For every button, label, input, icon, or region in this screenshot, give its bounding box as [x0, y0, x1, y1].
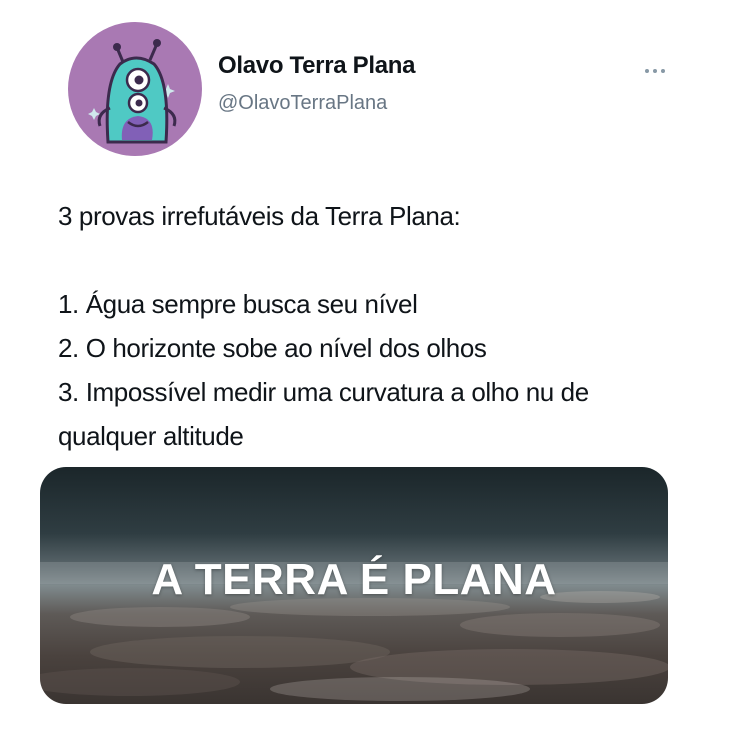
more-dots-icon: [645, 69, 649, 73]
more-dot: [661, 69, 665, 73]
tweet-line: 3. Impossível medir uma curvatura a olho…: [58, 377, 589, 407]
tweet-text: 3 provas irrefutáveis da Terra Plana: 1.…: [58, 194, 688, 458]
tweet-line: 3 provas irrefutáveis da Terra Plana:: [58, 201, 461, 231]
tweet-line: qualquer altitude: [58, 421, 244, 451]
more-dot: [653, 69, 657, 73]
tweet-media-image[interactable]: A TERRA É PLANA: [40, 467, 668, 704]
avatar[interactable]: [68, 22, 202, 156]
tweet-card[interactable]: Olavo Terra Plana @OlavoTerraPlana 3 pro…: [0, 0, 751, 751]
media-caption: A TERRA É PLANA: [151, 555, 557, 604]
tweet-line: 2. O horizonte sobe ao nível dos olhos: [58, 333, 487, 363]
tweet-line: 1. Água sempre busca seu nível: [58, 289, 418, 319]
alien-monster-icon: [88, 39, 177, 144]
author-display-name[interactable]: Olavo Terra Plana: [218, 52, 416, 80]
more-options-button[interactable]: [638, 58, 672, 84]
author-handle[interactable]: @OlavoTerraPlana: [218, 92, 387, 115]
